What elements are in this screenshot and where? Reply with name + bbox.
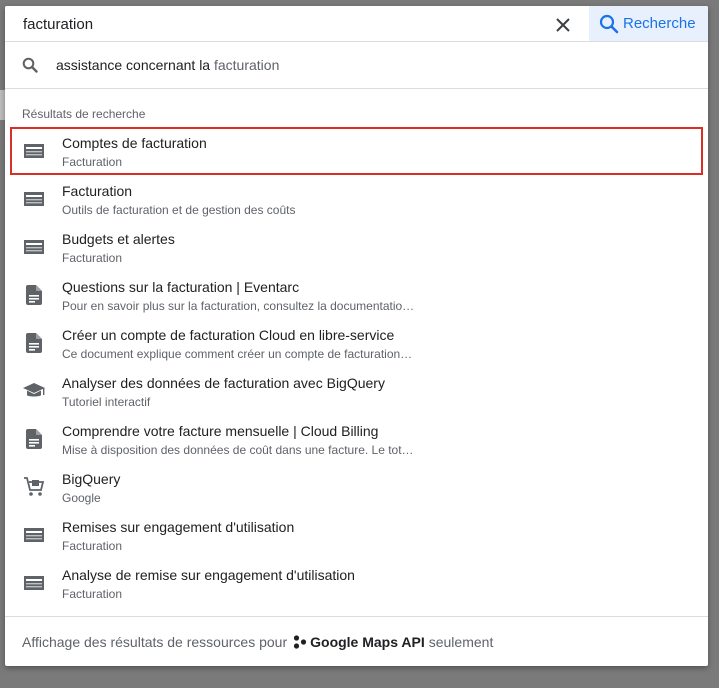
billing-card-icon <box>22 573 46 593</box>
result-title: Créer un compte de facturation Cloud en … <box>62 327 395 343</box>
footer-suffix: seulement <box>428 634 494 650</box>
result-item[interactable]: Facturation Outils de facturation et de g… <box>5 175 708 223</box>
search-icon <box>22 57 40 73</box>
result-title: Analyse de remise sur engagement d'utili… <box>62 567 355 583</box>
result-subtitle: Facturation <box>62 587 123 601</box>
result-item[interactable]: BigQuery Google <box>5 463 708 511</box>
result-item[interactable]: Questions sur la facturation | Eventarc P… <box>5 271 708 319</box>
result-item[interactable]: Budgets et alertes Facturation <box>5 223 708 271</box>
result-title: Facturation <box>62 183 133 199</box>
footer-org-name: Google Maps API <box>310 634 425 650</box>
footer-prefix: Affichage des résultats de ressources po… <box>22 634 288 650</box>
document-icon <box>22 285 46 305</box>
result-item[interactable]: Créer un compte de facturation Cloud en … <box>5 319 708 367</box>
marketplace-cart-icon <box>22 477 46 497</box>
search-button[interactable]: Recherche <box>589 6 708 41</box>
result-item[interactable]: Comprendre votre facture mensuelle | Clo… <box>5 415 708 463</box>
results-footer: Affichage des résultats de ressources po… <box>5 616 708 666</box>
search-bar: Recherche <box>5 6 708 42</box>
result-item[interactable]: Analyse de remise sur engagement d'utili… <box>5 559 708 607</box>
result-title: Comptes de facturation <box>62 135 207 151</box>
document-icon <box>22 333 46 353</box>
document-icon <box>22 429 46 449</box>
result-item[interactable]: Remises sur engagement d'utilisation Fact… <box>5 511 708 559</box>
billing-card-icon <box>22 525 46 545</box>
close-icon <box>556 18 570 32</box>
result-title: Remises sur engagement d'utilisation <box>62 519 295 535</box>
result-subtitle: Pour en savoir plus sur la facturation, … <box>62 299 415 313</box>
result-subtitle: Google <box>62 491 101 505</box>
result-subtitle: Facturation <box>62 155 123 169</box>
billing-card-icon <box>22 141 46 161</box>
result-subtitle: Tutoriel interactif <box>62 395 151 409</box>
results-list: Comptes de facturation Facturation Factura… <box>5 127 708 607</box>
suggestion-text: assistance concernant la facturation <box>56 57 279 73</box>
result-subtitle: Facturation <box>62 539 123 553</box>
result-subtitle: Mise à disposition des données de coût d… <box>62 443 414 457</box>
organization-icon <box>293 635 307 649</box>
result-subtitle: Facturation <box>62 251 123 265</box>
billing-card-icon <box>22 237 46 257</box>
result-subtitle: Ce document explique comment créer un co… <box>62 347 413 361</box>
billing-card-icon <box>22 189 46 209</box>
result-item[interactable]: Analyser des données de facturation avec… <box>5 367 708 415</box>
result-subtitle: Outils de facturation et de gestion des … <box>62 203 296 217</box>
suggestion-term: facturation <box>213 57 280 73</box>
footer-org: Google Maps API <box>293 634 425 650</box>
results-heading: Résultats de recherche <box>22 107 146 121</box>
search-icon <box>599 14 619 34</box>
search-results-panel: Recherche assistance concernant la factu… <box>5 6 708 666</box>
result-title: BigQuery <box>62 471 121 487</box>
result-item[interactable]: Comptes de facturation Facturation <box>10 127 703 175</box>
search-input[interactable] <box>17 12 549 36</box>
clear-search-button[interactable] <box>551 13 575 37</box>
tutorial-cap-icon <box>22 381 46 401</box>
suggestion-prefix: assistance concernant la <box>56 57 211 73</box>
search-button-label: Recherche <box>623 15 696 32</box>
result-title: Analyser des données de facturation avec… <box>62 375 385 391</box>
result-title: Questions sur la facturation | Eventarc <box>62 279 300 295</box>
search-suggestion[interactable]: assistance concernant la facturation <box>5 42 708 89</box>
result-title: Comprendre votre facture mensuelle | Clo… <box>62 423 379 439</box>
result-title: Budgets et alertes <box>62 231 175 247</box>
